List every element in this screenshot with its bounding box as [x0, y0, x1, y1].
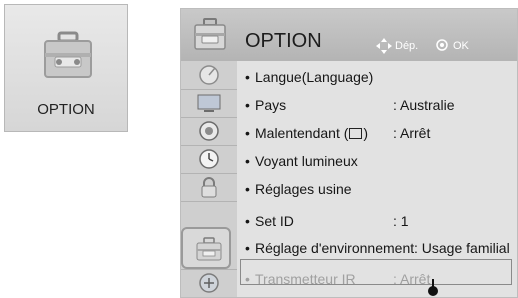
tv-screen-icon[interactable]: [189, 91, 229, 115]
set-id-value: : 1: [393, 213, 409, 229]
usb-icon[interactable]: [189, 271, 229, 295]
selection-frame: [240, 259, 512, 285]
hearing-impaired-value: : Arrêt: [393, 125, 431, 141]
ok-button-icon: [436, 39, 448, 51]
toolbox-icon[interactable]: [189, 237, 229, 261]
menu-item-indicator-light[interactable]: • Voyant lumineux: [245, 153, 358, 169]
lock-icon[interactable]: [189, 175, 229, 199]
environment-value: : Usage familial: [414, 240, 510, 256]
toolbox-icon: [44, 31, 92, 78]
dpad-icon: [376, 38, 392, 54]
menu-header: [181, 9, 517, 61]
menu-title: OPTION: [245, 30, 322, 52]
clock-icon[interactable]: [189, 147, 229, 171]
option-menu: OPTION Dép. OK • Langue(Language) • Pays…: [180, 8, 518, 298]
toolbox-icon: [194, 18, 226, 50]
speaker-icon[interactable]: [189, 119, 229, 143]
caption-box-icon: [349, 128, 363, 139]
tile-label: OPTION: [37, 101, 95, 118]
menu-item-environment[interactable]: • Réglage d'environnement: [245, 240, 414, 256]
satellite-dish-icon[interactable]: [189, 63, 229, 87]
nav-hint-label: Dép.: [395, 40, 419, 52]
menu-item-set-id[interactable]: • Set ID: [245, 213, 294, 229]
menu-item-country[interactable]: • Pays: [245, 97, 286, 113]
option-tile[interactable]: OPTION: [4, 4, 128, 132]
ok-hint-label: OK: [453, 40, 469, 52]
menu-item-factory-reset[interactable]: • Réglages usine: [245, 181, 352, 197]
country-value: : Australie: [393, 97, 455, 113]
menu-item-language[interactable]: • Langue(Language): [245, 69, 373, 85]
callout-dot: [428, 286, 438, 296]
menu-item-hearing-impaired[interactable]: • Malentendant (): [245, 125, 368, 141]
